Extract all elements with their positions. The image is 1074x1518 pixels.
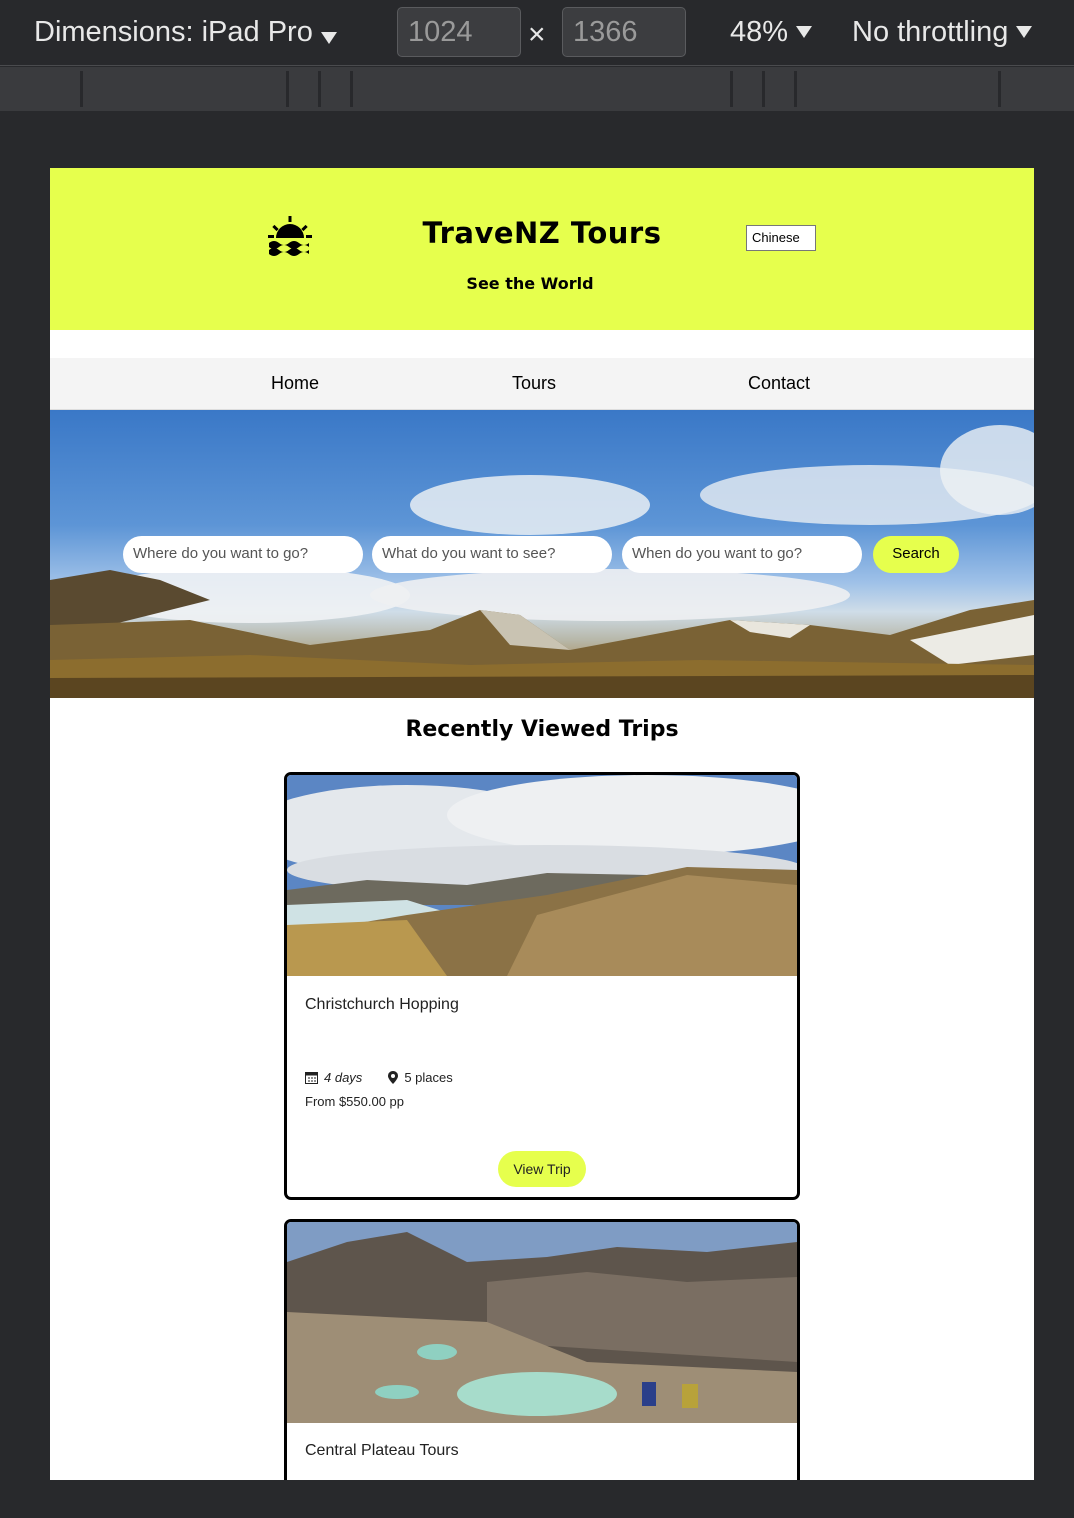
nav-item-contact[interactable]: Contact	[748, 373, 810, 394]
device-viewport: TraveNZ Tours See the World Chinese Home…	[50, 168, 1034, 1480]
search-button[interactable]: Search	[873, 536, 959, 573]
throttling-dropdown[interactable]: No throttling	[852, 16, 1033, 49]
trip-card: Central Plateau Tours	[284, 1219, 800, 1480]
hero-banner: Where do you want to go? What do you wan…	[50, 410, 1034, 698]
activity-search-input[interactable]: What do you want to see?	[372, 536, 612, 573]
media-query-ruler[interactable]	[0, 67, 1074, 111]
trip-card: Christchurch Hopping 4 days 5 places Fro…	[284, 772, 800, 1200]
calendar-icon	[305, 1072, 318, 1084]
chevron-down-icon	[1016, 26, 1033, 38]
zoom-value: 48%	[730, 16, 789, 48]
view-trip-button[interactable]: View Trip	[498, 1151, 586, 1187]
trip-places: 5 places	[404, 1070, 453, 1085]
nav-item-tours[interactable]: Tours	[512, 373, 556, 394]
throttling-value: No throttling	[852, 16, 1009, 48]
height-input[interactable]: 1366	[562, 7, 686, 57]
ruler-divider	[794, 71, 797, 107]
map-pin-icon	[388, 1071, 399, 1084]
ruler-divider	[286, 71, 289, 107]
trip-image-plateau	[287, 1222, 797, 1423]
ruler-divider	[998, 71, 1001, 107]
nav-item-home[interactable]: Home	[271, 373, 319, 394]
date-search-input[interactable]: When do you want to go?	[622, 536, 862, 573]
main-nav: Home Tours Contact	[50, 358, 1034, 410]
width-input[interactable]: 1024	[397, 7, 521, 57]
recently-viewed-title: Recently Viewed Trips	[405, 717, 679, 742]
device-dimensions-dropdown[interactable]: Dimensions: iPad Pro	[34, 16, 337, 49]
site-header: TraveNZ Tours See the World Chinese	[50, 168, 1034, 330]
trip-meta: 4 days 5 places	[305, 1070, 453, 1085]
trip-price: From $550.00 pp	[305, 1094, 405, 1109]
ruler-divider	[762, 71, 765, 107]
trip-name: Christchurch Hopping	[305, 996, 459, 1013]
times-separator: ×	[528, 18, 546, 51]
ruler-divider	[730, 71, 733, 107]
zoom-dropdown[interactable]: 48%	[730, 16, 813, 49]
chevron-down-icon	[320, 31, 337, 44]
site-tagline: See the World	[466, 274, 594, 293]
language-select[interactable]: Chinese	[746, 225, 816, 251]
ruler-divider	[80, 71, 83, 107]
device-label: Dimensions: iPad Pro	[34, 16, 313, 48]
trip-image-lake	[287, 775, 797, 976]
trip-name: Central Plateau Tours	[305, 1442, 459, 1459]
destination-search-input[interactable]: Where do you want to go?	[123, 536, 363, 573]
chevron-down-icon	[796, 26, 813, 38]
devtools-toolbar: Dimensions: iPad Pro 1024 × 1366 48% No …	[0, 0, 1074, 66]
ruler-divider	[318, 71, 321, 107]
site-title: TraveNZ Tours	[422, 216, 662, 250]
trip-duration: 4 days	[324, 1070, 363, 1085]
ruler-divider	[350, 71, 353, 107]
